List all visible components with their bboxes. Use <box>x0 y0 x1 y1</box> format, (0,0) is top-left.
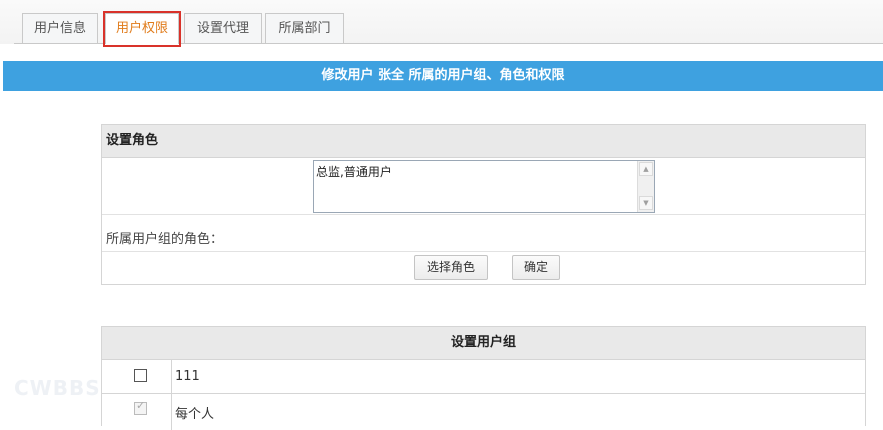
tab-set-proxy[interactable]: 设置代理 <box>184 13 262 43</box>
tab-user-info[interactable]: 用户信息 <box>22 13 98 43</box>
roles-panel: 设置角色 总监,普通用户 ▲ ▼ 所属用户组的角色： 选择角色 确定 <box>101 124 866 285</box>
group-checkbox-111[interactable] <box>134 369 147 382</box>
groups-panel-heading: 设置用户组 <box>102 327 865 360</box>
roles-row-divider <box>102 214 865 215</box>
roles-panel-heading: 设置角色 <box>102 125 865 158</box>
roles-textarea-wrapper: 总监,普通用户 ▲ ▼ <box>313 160 655 213</box>
tab-bar: 用户信息 用户权限 设置代理 所属部门 <box>0 0 883 47</box>
check-icon: ✓ <box>136 399 146 412</box>
watermark: CWBBS <box>14 376 101 400</box>
scroll-down-icon[interactable]: ▼ <box>639 196 653 210</box>
list-item: 111 <box>102 360 865 394</box>
buttons-row-divider <box>102 251 865 252</box>
group-roles-label: 所属用户组的角色： <box>106 232 224 247</box>
group-name: 111 <box>175 369 200 384</box>
active-tab-highlight <box>103 11 181 47</box>
confirm-button[interactable]: 确定 <box>512 255 560 280</box>
group-checkbox-everyone[interactable]: ✓ <box>134 399 147 415</box>
page-title: 修改用户 张全 所属的用户组、角色和权限 <box>3 61 883 91</box>
roles-scrollbar[interactable]: ▲ ▼ <box>637 161 654 212</box>
groups-panel: 设置用户组 111 ✓ 每个人 <box>101 326 866 430</box>
tab-department[interactable]: 所属部门 <box>265 13 344 43</box>
select-role-button[interactable]: 选择角色 <box>414 255 488 280</box>
scroll-up-icon[interactable]: ▲ <box>639 162 653 176</box>
roles-textarea[interactable]: 总监,普通用户 <box>314 161 637 212</box>
group-name: 每个人 <box>175 407 215 422</box>
